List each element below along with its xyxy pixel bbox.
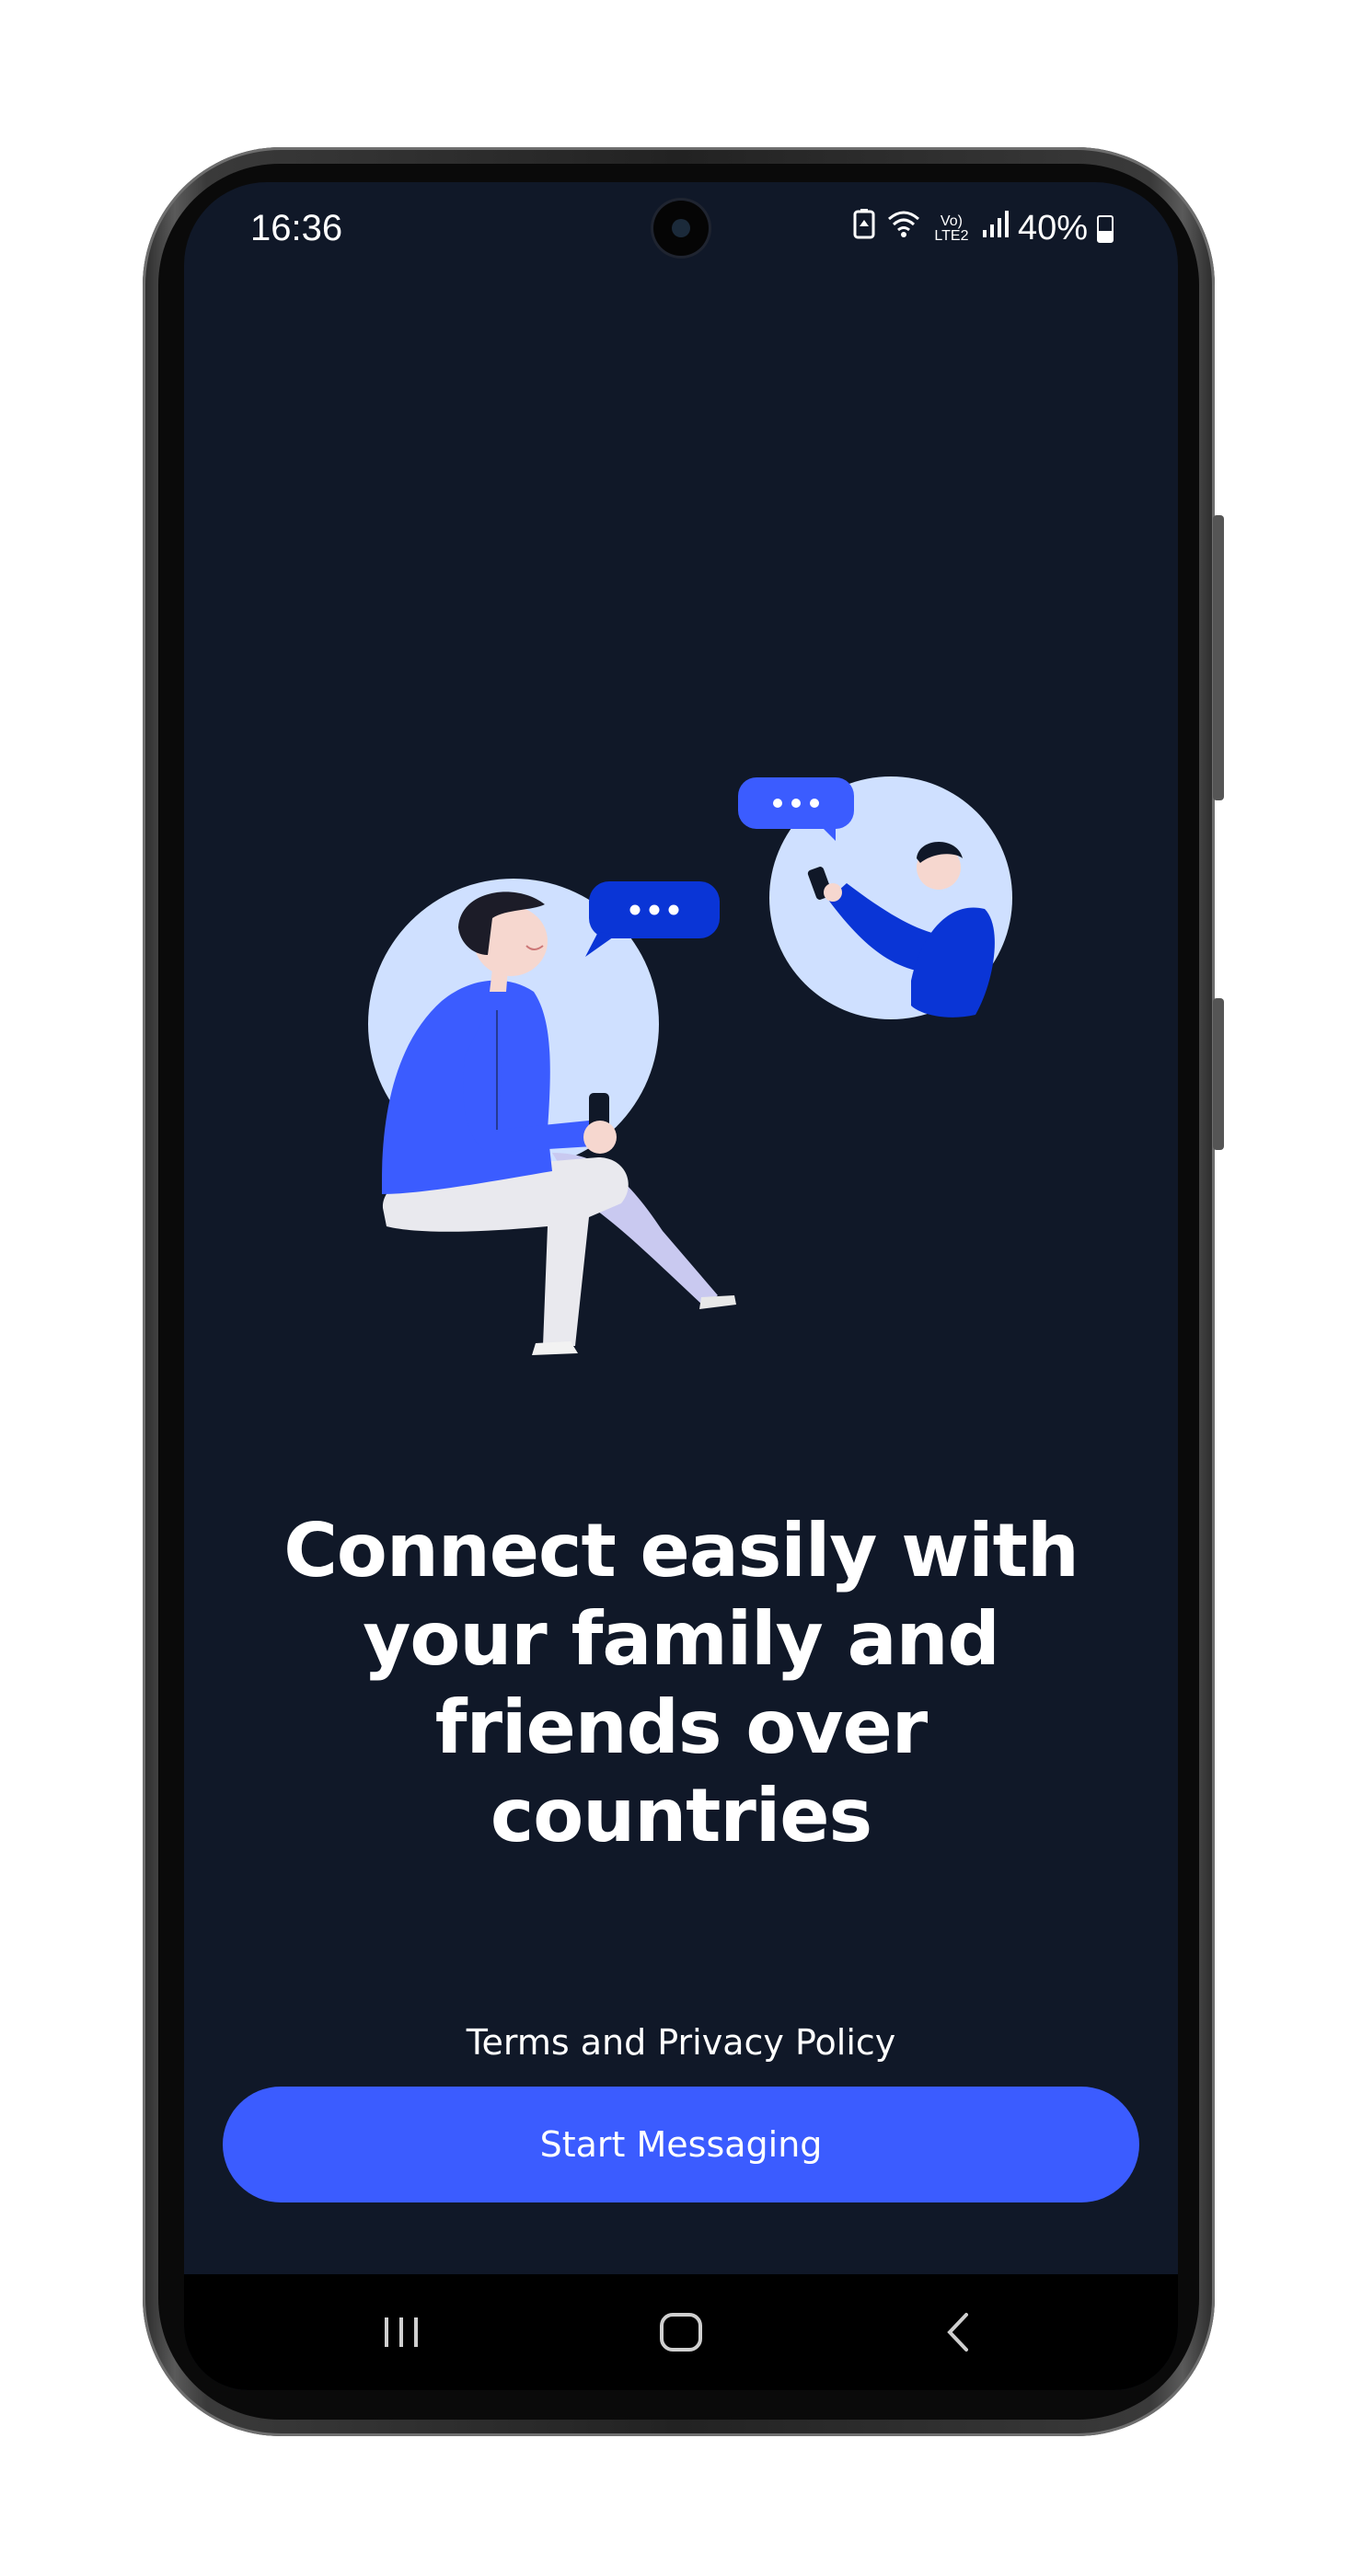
recent-apps-icon[interactable] [364, 2300, 438, 2364]
screen: 16:36 Vo) LTE2 40% Connect easily with y… [184, 182, 1178, 2390]
home-icon[interactable] [644, 2300, 718, 2364]
system-navigation-bar [184, 2274, 1178, 2390]
power-button [1213, 998, 1224, 1150]
terms-privacy-link[interactable]: Terms and Privacy Policy [184, 2022, 1178, 2063]
start-messaging-button[interactable]: Start Messaging [223, 2087, 1139, 2202]
back-icon[interactable] [922, 2300, 996, 2364]
onboarding-headline: Connect easily with your family and frie… [283, 1508, 1079, 1858]
onboarding-illustration [368, 776, 1012, 1355]
volume-button [1213, 515, 1224, 800]
